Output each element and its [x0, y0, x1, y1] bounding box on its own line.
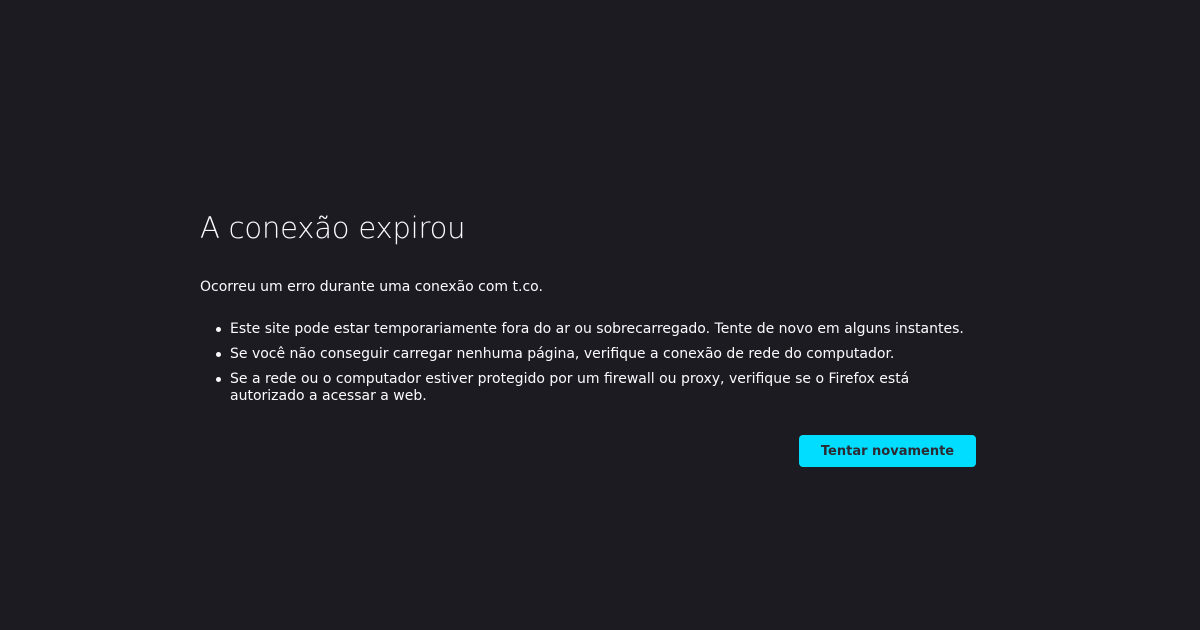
- bullet-icon: [216, 327, 221, 332]
- button-row: Tentar novamente: [200, 435, 976, 467]
- suggestion-list: Este site pode estar temporariamente for…: [200, 321, 976, 405]
- suggestion-text: Se a rede ou o computador estiver proteg…: [230, 371, 910, 404]
- error-container: A conexão expirou Ocorreu um erro durant…: [200, 205, 976, 467]
- page-title: A conexão expirou: [200, 211, 466, 245]
- bullet-icon: [216, 352, 221, 357]
- bullet-icon: [216, 377, 221, 382]
- list-item: Se você não conseguir carregar nenhuma p…: [216, 346, 976, 363]
- suggestion-text: Este site pode estar temporariamente for…: [230, 321, 964, 337]
- error-page: A conexão expirou Ocorreu um erro durant…: [0, 0, 1200, 630]
- error-short-description: Ocorreu um erro durante uma conexão com …: [200, 279, 543, 295]
- try-again-button[interactable]: Tentar novamente: [799, 435, 976, 467]
- list-item: Se a rede ou o computador estiver proteg…: [216, 371, 976, 405]
- list-item: Este site pode estar temporariamente for…: [216, 321, 976, 338]
- suggestion-text: Se você não conseguir carregar nenhuma p…: [230, 346, 895, 362]
